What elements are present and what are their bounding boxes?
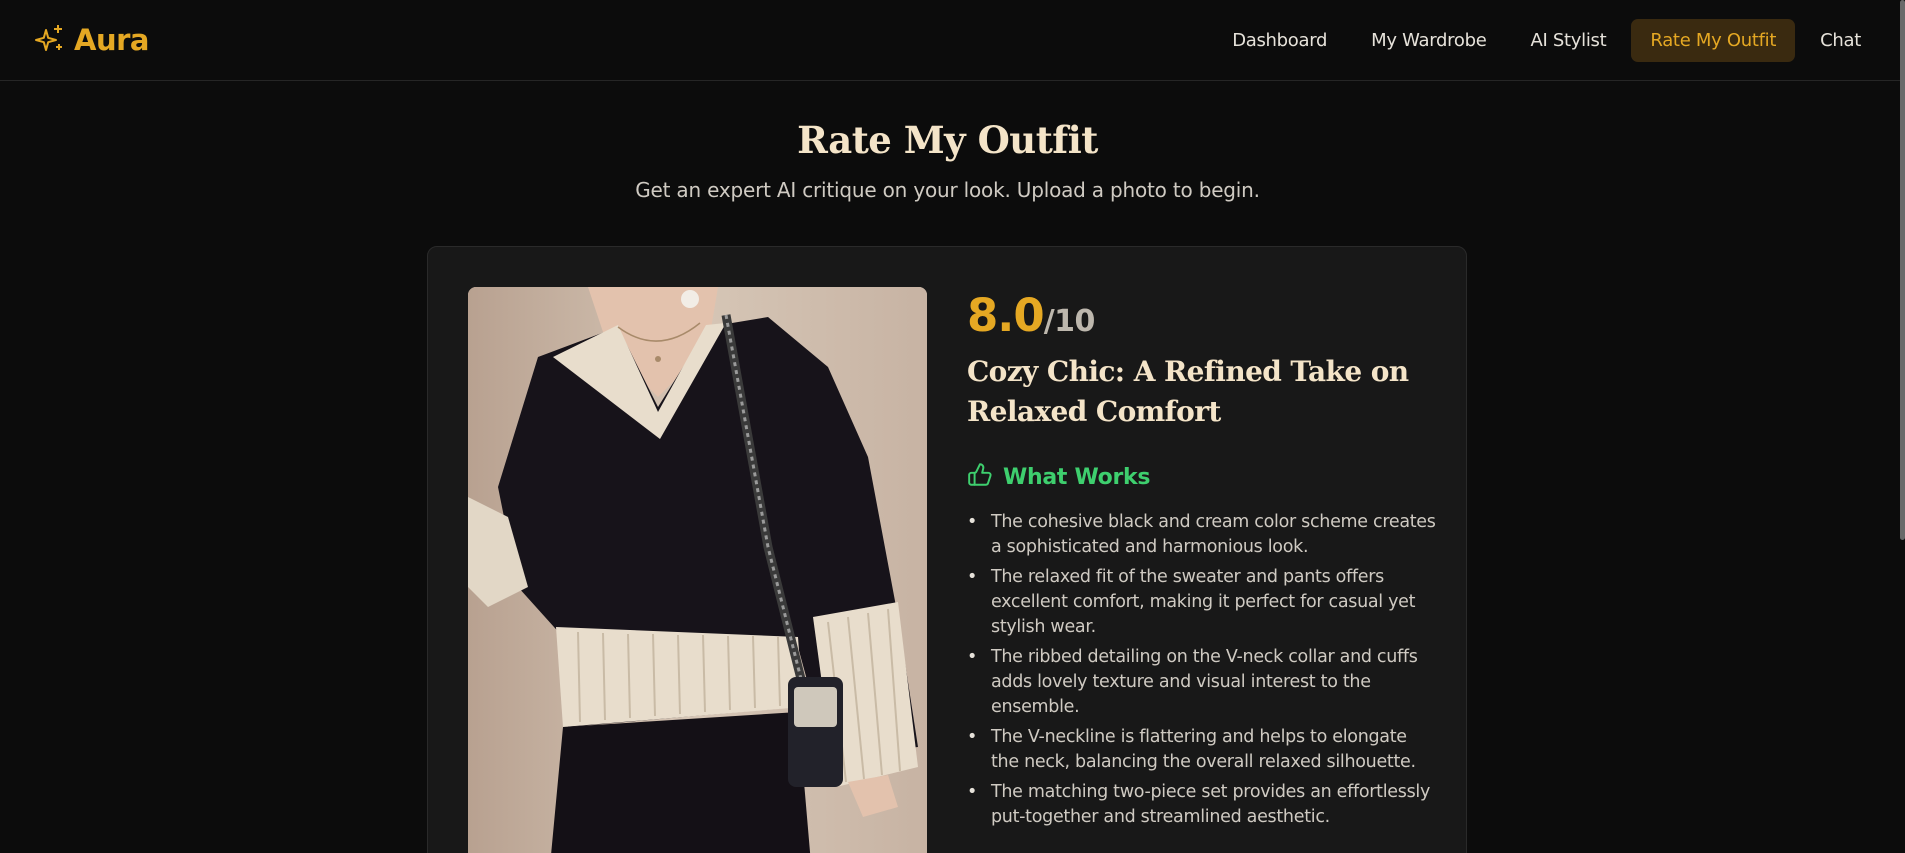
what-works-heading: What Works	[967, 462, 1437, 492]
what-works-list: The cohesive black and cream color schem…	[967, 510, 1437, 830]
score-display: 8.0 /10	[967, 289, 1437, 342]
nav-item-dashboard[interactable]: Dashboard	[1213, 19, 1346, 62]
brand-name: Aura	[74, 23, 149, 57]
list-item: The ribbed detailing on the V-neck colla…	[967, 645, 1437, 720]
look-title: Cozy Chic: A Refined Take on Relaxed Com…	[967, 355, 1409, 428]
thumbs-up-icon	[967, 462, 993, 492]
nav-item-ai-stylist[interactable]: AI Stylist	[1511, 19, 1625, 62]
rating-result-card: 8.0 /10 Cozy Chic: A Refined Take on Rel…	[427, 246, 1467, 853]
page-scrollbar[interactable]	[1900, 0, 1905, 853]
score-value: 8.0	[967, 289, 1045, 342]
sparkles-icon	[34, 22, 66, 58]
outfit-photo	[468, 287, 927, 853]
page-subtitle: Get an expert AI critique on your look. …	[635, 178, 1260, 202]
top-navbar: Aura Dashboard My Wardrobe AI Stylist Ra…	[0, 0, 1900, 81]
app-root: Aura Dashboard My Wardrobe AI Stylist Ra…	[0, 0, 1905, 853]
nav-item-chat[interactable]: Chat	[1801, 19, 1880, 62]
list-item: The V-neckline is flattering and helps t…	[967, 725, 1437, 775]
main-nav: Dashboard My Wardrobe AI Stylist Rate My…	[1213, 18, 1880, 63]
list-item: The matching two-piece set provides an e…	[967, 780, 1437, 830]
rating-details: 8.0 /10 Cozy Chic: A Refined Take on Rel…	[967, 289, 1437, 835]
scrollbar-thumb[interactable]	[1900, 0, 1905, 540]
list-item: The relaxed fit of the sweater and pants…	[967, 565, 1437, 640]
list-item: The cohesive black and cream color schem…	[967, 510, 1437, 560]
page-title: Rate My Outfit	[797, 118, 1098, 162]
what-works-title: What Works	[1003, 464, 1151, 490]
score-max: /10	[1043, 304, 1096, 339]
nav-item-rate-my-outfit[interactable]: Rate My Outfit	[1631, 19, 1796, 62]
brand-logo-link[interactable]: Aura	[34, 20, 149, 60]
nav-item-my-wardrobe[interactable]: My Wardrobe	[1352, 19, 1505, 62]
